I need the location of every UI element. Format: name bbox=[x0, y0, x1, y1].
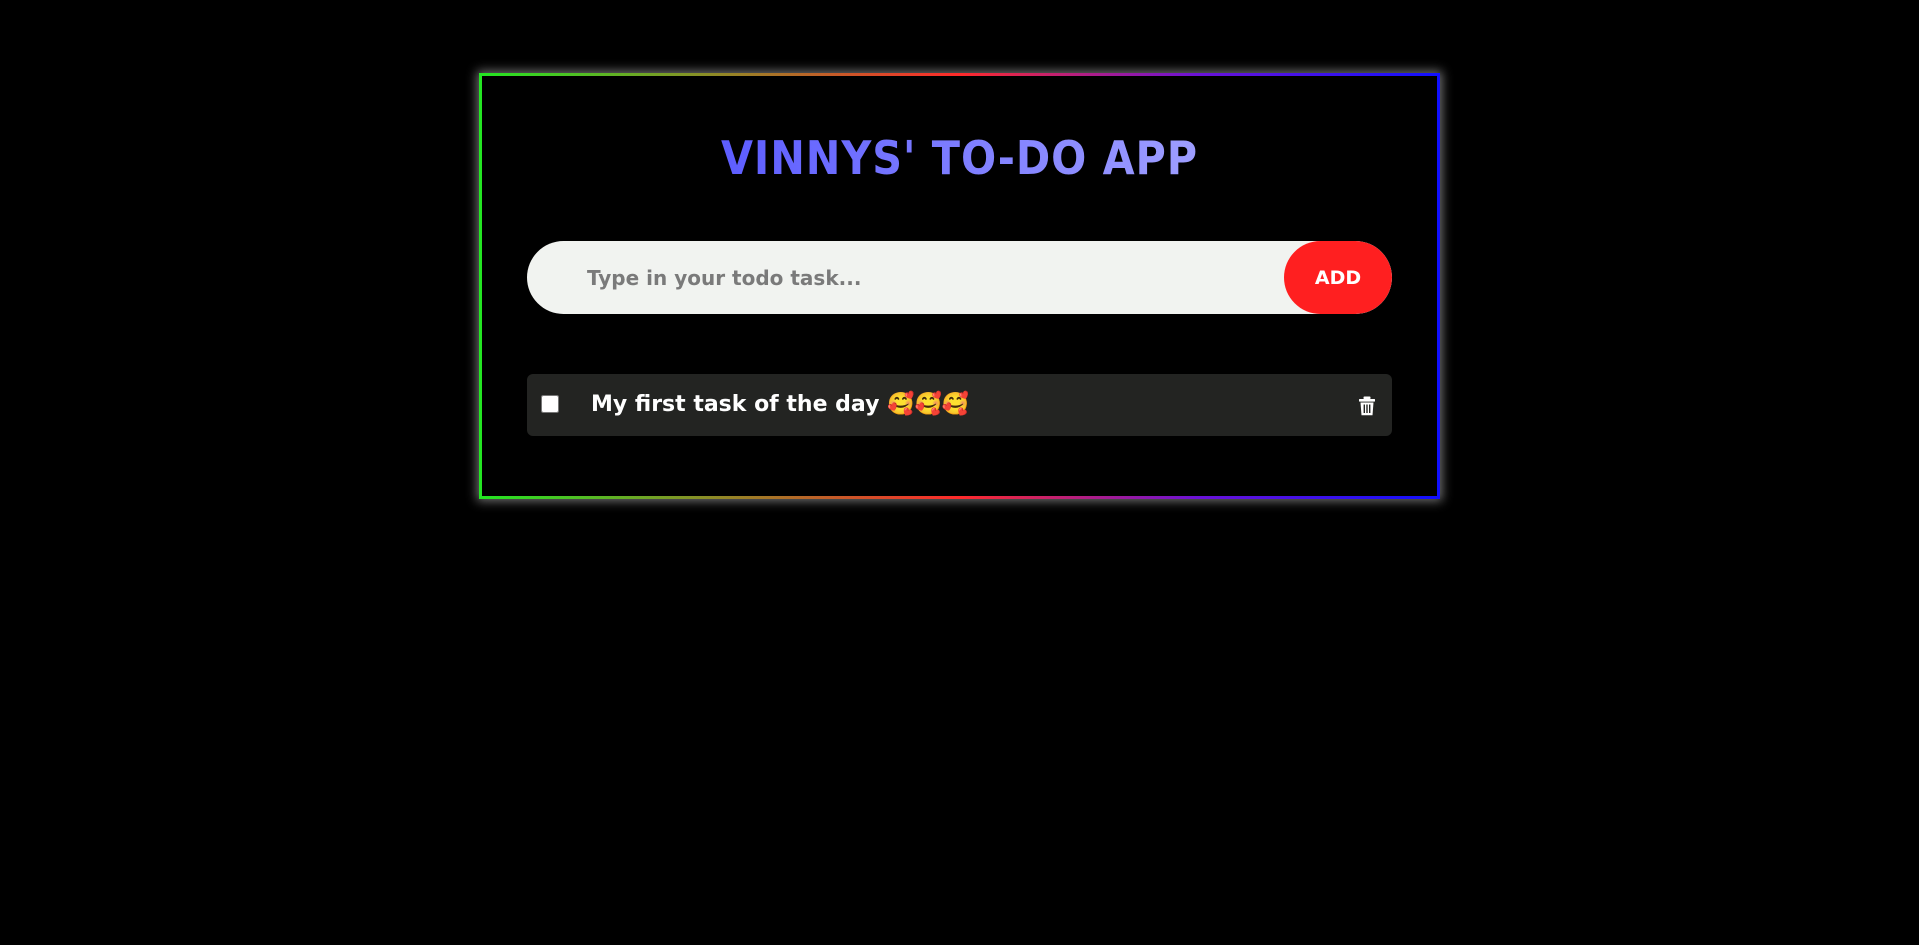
task-item: My first task of the day 🥰🥰🥰 bbox=[527, 374, 1392, 436]
todo-app: VINNYS' TO-DO APP ADD My first task of t… bbox=[482, 76, 1437, 496]
trash-icon[interactable] bbox=[1358, 396, 1376, 416]
page-title: VINNYS' TO-DO APP bbox=[530, 130, 1390, 186]
todo-form: ADD bbox=[527, 241, 1392, 314]
todo-input[interactable] bbox=[527, 241, 1287, 314]
add-button[interactable]: ADD bbox=[1284, 241, 1392, 314]
task-checkbox[interactable] bbox=[541, 395, 559, 413]
task-text: My first task of the day 🥰🥰🥰 bbox=[591, 392, 970, 417]
app-frame: VINNYS' TO-DO APP ADD My first task of t… bbox=[479, 73, 1440, 499]
